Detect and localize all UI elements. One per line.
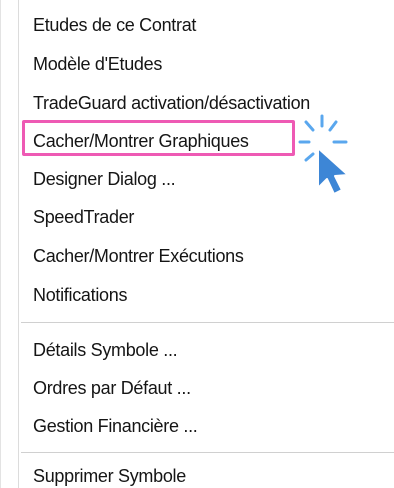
- menu-item-ordres-defaut[interactable]: Ordres par Défaut ...: [33, 377, 191, 399]
- menu-item-cacher-montrer-executions[interactable]: Cacher/Montrer Exécutions: [33, 245, 244, 267]
- menu-item-tradeguard[interactable]: TradeGuard activation/désactivation: [33, 92, 310, 114]
- menu-item-gestion-financiere[interactable]: Gestion Financière ...: [33, 415, 198, 437]
- menu-icon-gutter: [1, 0, 19, 488]
- menu-item-etudes-contrat[interactable]: Etudes de ce Contrat: [33, 14, 196, 36]
- menu-separator: [21, 452, 394, 454]
- menu-item-designer-dialog[interactable]: Designer Dialog ...: [33, 168, 176, 190]
- menu-separator: [21, 322, 394, 324]
- highlight-box: [22, 120, 295, 156]
- menu-item-notifications[interactable]: Notifications: [33, 284, 127, 306]
- pointer-arrow-click-icon: [298, 114, 349, 195]
- context-menu: Etudes de ce Contrat Modèle d'Etudes Tra…: [0, 0, 394, 488]
- page: Etudes de ce Contrat Modèle d'Etudes Tra…: [0, 0, 394, 488]
- menu-item-speedtrader[interactable]: SpeedTrader: [33, 206, 134, 228]
- menu-item-details-symbole[interactable]: Détails Symbole ...: [33, 339, 178, 361]
- menu-item-modele-etudes[interactable]: Modèle d'Etudes: [33, 53, 162, 75]
- menu-item-supprimer-symbole[interactable]: Supprimer Symbole: [33, 465, 186, 487]
